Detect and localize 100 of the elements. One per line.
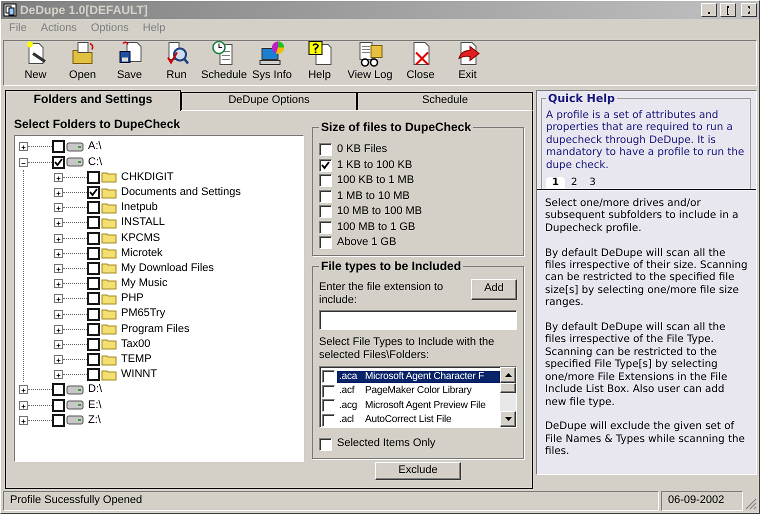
toolbar-button[interactable]: Exit [444,38,491,82]
down-arrow-icon[interactable] [504,417,512,422]
tree-item-label[interactable]: C:\ [88,156,102,169]
checkbox[interactable] [319,158,332,172]
tree-item-label[interactable]: Microtek [121,246,163,260]
checkbox-label[interactable]: 100 MB to 1 GB [337,220,416,234]
toolbar-button[interactable]: Sys Info [248,38,296,82]
checkbox[interactable] [87,292,100,306]
expand-toggle[interactable] [54,294,63,304]
expand-toggle[interactable] [54,264,63,273]
tab[interactable]: DeDupe Options [181,92,357,110]
tree-item-label[interactable]: A:\ [88,140,102,154]
checkbox[interactable] [322,414,335,426]
tree-item-label[interactable]: E:\ [88,398,102,412]
checkbox-label[interactable]: 0 KB Files [337,143,388,156]
expand-toggle[interactable] [54,203,63,212]
checkbox[interactable] [322,370,335,383]
expand-toggle[interactable] [19,385,28,394]
exclude-button[interactable]: Exclude [375,462,461,480]
checkbox[interactable] [322,399,335,412]
checkbox[interactable] [87,186,100,200]
page-tab[interactable]: 1 [546,177,565,190]
list-item[interactable]: .aca Microsoft Agent Character F [337,370,500,382]
up-arrow-icon[interactable] [504,373,512,378]
expand-toggle[interactable] [19,400,28,410]
checkbox-label[interactable]: Selected Items Only [337,437,436,451]
tree-item-label[interactable]: CHKDIGIT [121,170,174,184]
checkbox[interactable] [87,368,100,382]
scrollbar[interactable] [500,367,516,428]
add-button[interactable]: Add [471,278,517,300]
extension-field[interactable] [319,310,517,330]
checkbox[interactable] [52,383,65,396]
checkbox[interactable] [319,220,332,234]
checkbox[interactable] [319,438,332,450]
expand-toggle[interactable] [54,188,63,198]
checkbox-label[interactable]: Above 1 GB [337,236,396,250]
checkbox-label[interactable]: 1 MB to 10 MB [337,190,410,203]
minimize-button[interactable] [701,3,717,17]
checkbox[interactable] [87,277,100,290]
tree-item-label[interactable]: Documents and Settings [121,186,241,200]
checkbox[interactable] [319,143,332,156]
list-item[interactable]: .acf PageMaker Color Library [337,385,500,397]
checkbox[interactable] [87,170,100,184]
toolbar-button[interactable]: Save [106,38,153,82]
tree-item-label[interactable]: My Music [121,277,168,290]
toolbar-button[interactable]: Schedule [200,38,248,82]
toolbar-button[interactable]: Open [59,38,106,82]
expand-toggle[interactable] [19,158,28,167]
checkbox[interactable] [87,201,100,214]
expand-toggle[interactable] [54,218,63,228]
toolbar-button[interactable]: Close [397,38,444,82]
tree-item-label[interactable]: TEMP [121,353,152,366]
checkbox[interactable] [87,353,100,366]
checkbox[interactable] [87,262,100,275]
toolbar-button[interactable]: View Log [343,38,397,82]
list-item[interactable]: .acg Microsoft Agent Preview File [337,400,500,412]
expand-toggle[interactable] [19,142,28,152]
checkbox-label[interactable]: 10 MB to 100 MB [337,205,422,218]
checkbox[interactable] [52,140,65,154]
checkbox[interactable] [87,338,100,351]
tab[interactable]: Folders and Settings [5,90,181,111]
checkbox-label[interactable]: 1 KB to 100 KB [337,158,412,172]
expand-toggle[interactable] [54,370,63,380]
expand-toggle[interactable] [54,310,63,319]
tree-item-label[interactable]: My Download Files [121,262,214,276]
expand-toggle[interactable] [54,248,63,258]
tab[interactable]: Schedule [357,92,533,110]
checkbox[interactable] [87,246,100,260]
tree-item-label[interactable]: D:\ [88,383,102,397]
checkbox[interactable] [87,322,100,336]
expand-toggle[interactable] [54,355,63,364]
tree-item-label[interactable]: PM65Try [121,307,166,321]
checkbox[interactable] [319,190,332,203]
expand-toggle[interactable] [54,234,63,243]
tree-item-label[interactable]: WINNT [121,368,158,382]
tree-item-label[interactable]: KPCMS [121,232,160,245]
list-item[interactable]: .acl AutoCorrect List File [337,414,500,426]
checkbox[interactable] [87,308,100,321]
checkbox[interactable] [52,414,65,427]
checkbox-label[interactable]: 100 KB to 1 MB [337,174,414,188]
expand-toggle[interactable] [54,279,63,288]
expand-toggle[interactable] [54,324,63,334]
tree-item-label[interactable]: PHP [121,292,144,306]
tree-item-label[interactable]: Z:\ [88,414,101,427]
checkbox[interactable] [319,236,332,250]
checkbox[interactable] [87,232,100,245]
checkbox[interactable] [319,174,332,188]
checkbox[interactable] [319,205,332,218]
tree-item-label[interactable]: INSTALL [121,216,165,230]
tree-item-label[interactable]: Program Files [121,322,190,336]
tree-item-label[interactable]: Tax00 [121,338,150,352]
toolbar-button[interactable]: Help [296,38,343,82]
tree-item-label[interactable]: Inetpub [121,201,158,214]
toolbar-button[interactable]: Run [153,38,200,82]
expand-toggle[interactable] [54,340,63,349]
toolbar-button[interactable]: New [12,38,59,82]
checkbox[interactable] [52,398,65,412]
checkbox[interactable] [322,384,335,398]
close-button[interactable] [741,3,757,17]
scroll-thumb[interactable] [500,383,516,394]
